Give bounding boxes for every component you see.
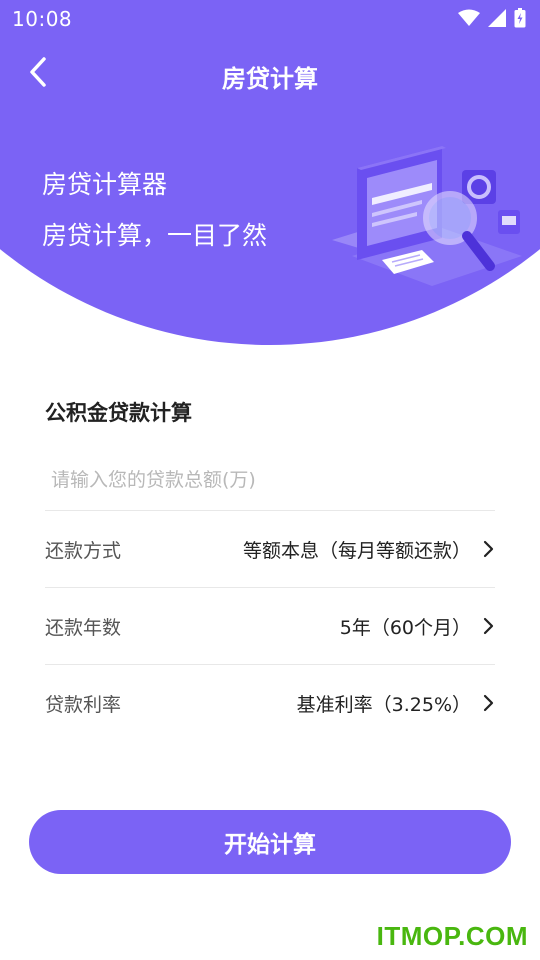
chevron-right-icon <box>481 693 495 713</box>
amount-field-wrap <box>45 450 495 510</box>
watermark: ITMOP.COM <box>376 921 528 951</box>
status-time: 10:08 <box>12 7 73 31</box>
interest-rate-right: 基准利率（3.25%） <box>297 690 495 717</box>
start-calculate-button[interactable]: 开始计算 <box>29 810 511 874</box>
chevron-right-icon <box>481 539 495 559</box>
page-title: 房贷计算 <box>222 65 318 93</box>
hero-title: 房贷计算器 <box>42 170 168 199</box>
battery-icon <box>514 8 526 32</box>
status-icons <box>458 8 526 32</box>
repayment-years-label: 还款年数 <box>45 616 122 639</box>
status-bar: 10:08 <box>0 0 540 38</box>
magnifier-documents-illustration <box>332 146 522 286</box>
cell-signal-icon <box>488 9 506 31</box>
hero-subtitle: 房贷计算，一目了然 <box>42 221 268 250</box>
interest-rate-label: 贷款利率 <box>45 693 122 716</box>
interest-rate-row[interactable]: 贷款利率 基准利率（3.25%） <box>45 665 495 741</box>
nav-bar: 房贷计算 <box>0 48 540 100</box>
repayment-method-right: 等额本息（每月等额还款） <box>243 536 495 563</box>
wifi-icon <box>458 9 480 31</box>
hero-header: 10:08 房贷计算 房贷计算器 房贷计算，一目了然 <box>0 0 540 345</box>
repayment-method-row[interactable]: 还款方式 等额本息（每月等额还款） <box>45 511 495 587</box>
form-section-title: 公积金贷款计算 <box>45 401 192 425</box>
interest-rate-value: 基准利率（3.25%） <box>296 693 471 716</box>
repayment-years-row[interactable]: 还款年数 5年（60个月） <box>45 588 495 664</box>
repayment-method-label: 还款方式 <box>45 539 122 562</box>
repayment-years-value: 5年（60个月） <box>339 616 471 639</box>
chevron-right-icon <box>481 616 495 636</box>
repayment-years-right: 5年（60个月） <box>340 613 495 640</box>
loan-form: 公积金贷款计算 还款方式 等额本息（每月等额还款） 还款年数 5年（60个月） … <box>45 378 495 741</box>
repayment-method-value: 等额本息（每月等额还款） <box>242 539 471 562</box>
loan-amount-input[interactable] <box>45 454 495 506</box>
